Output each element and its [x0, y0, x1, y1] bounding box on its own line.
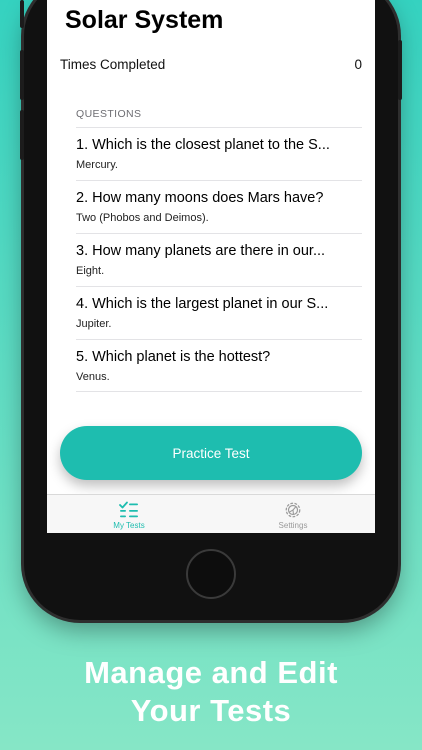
page-title: Solar System — [65, 6, 224, 34]
question-text: 3. How many planets are there in our... — [76, 243, 326, 259]
questions-list: 1. Which is the closest planet to the S.… — [76, 127, 362, 392]
question-answer: Jupiter. — [76, 318, 112, 330]
practice-test-button[interactable]: Practice Test — [60, 426, 362, 480]
questions-section-header: QUESTIONS — [76, 108, 142, 120]
tab-settings[interactable]: Settings — [211, 495, 375, 533]
phone-volume-up — [20, 50, 24, 100]
question-answer: Eight. — [76, 265, 105, 277]
checklist-icon — [119, 501, 138, 518]
times-completed-row: Times Completed 0 — [60, 54, 362, 74]
question-text: 5. Which planet is the hottest? — [76, 349, 271, 365]
marketing-headline: Manage and Edit Your Tests — [0, 654, 422, 730]
app-screen: Solar System Times Completed 0 QUESTIONS… — [47, 0, 375, 533]
phone-volume-down — [20, 110, 24, 160]
tab-my-tests[interactable]: My Tests — [47, 495, 211, 533]
question-answer: Venus. — [76, 371, 110, 383]
marketing-headline-line1: Manage and Edit — [84, 655, 338, 690]
question-row[interactable]: 3. How many planets are there in our... … — [76, 233, 362, 286]
question-text: 4. Which is the largest planet in our S.… — [76, 296, 329, 312]
question-answer: Two (Phobos and Deimos). — [76, 212, 209, 224]
question-row[interactable]: 4. Which is the largest planet in our S.… — [76, 286, 362, 339]
home-button[interactable] — [186, 549, 236, 599]
phone-power-button — [398, 40, 402, 100]
question-answer: Mercury. — [76, 159, 118, 171]
question-text: 1. Which is the closest planet to the S.… — [76, 137, 330, 153]
question-text: 2. How many moons does Mars have? — [76, 190, 324, 206]
phone-frame: Solar System Times Completed 0 QUESTIONS… — [20, 0, 402, 620]
times-completed-value: 0 — [354, 56, 362, 72]
gear-icon — [285, 502, 301, 518]
question-row[interactable]: 2. How many moons does Mars have? Two (P… — [76, 180, 362, 233]
times-completed-label: Times Completed — [60, 56, 166, 72]
tab-bar: My Tests Settings — [47, 494, 375, 533]
question-row[interactable]: 5. Which planet is the hottest? Venus. — [76, 339, 362, 392]
tab-settings-label: Settings — [278, 521, 308, 530]
phone-mute-switch — [20, 0, 24, 28]
marketing-headline-line2: Your Tests — [130, 693, 292, 728]
question-row[interactable]: 1. Which is the closest planet to the S.… — [76, 127, 362, 180]
tab-my-tests-label: My Tests — [113, 521, 145, 530]
